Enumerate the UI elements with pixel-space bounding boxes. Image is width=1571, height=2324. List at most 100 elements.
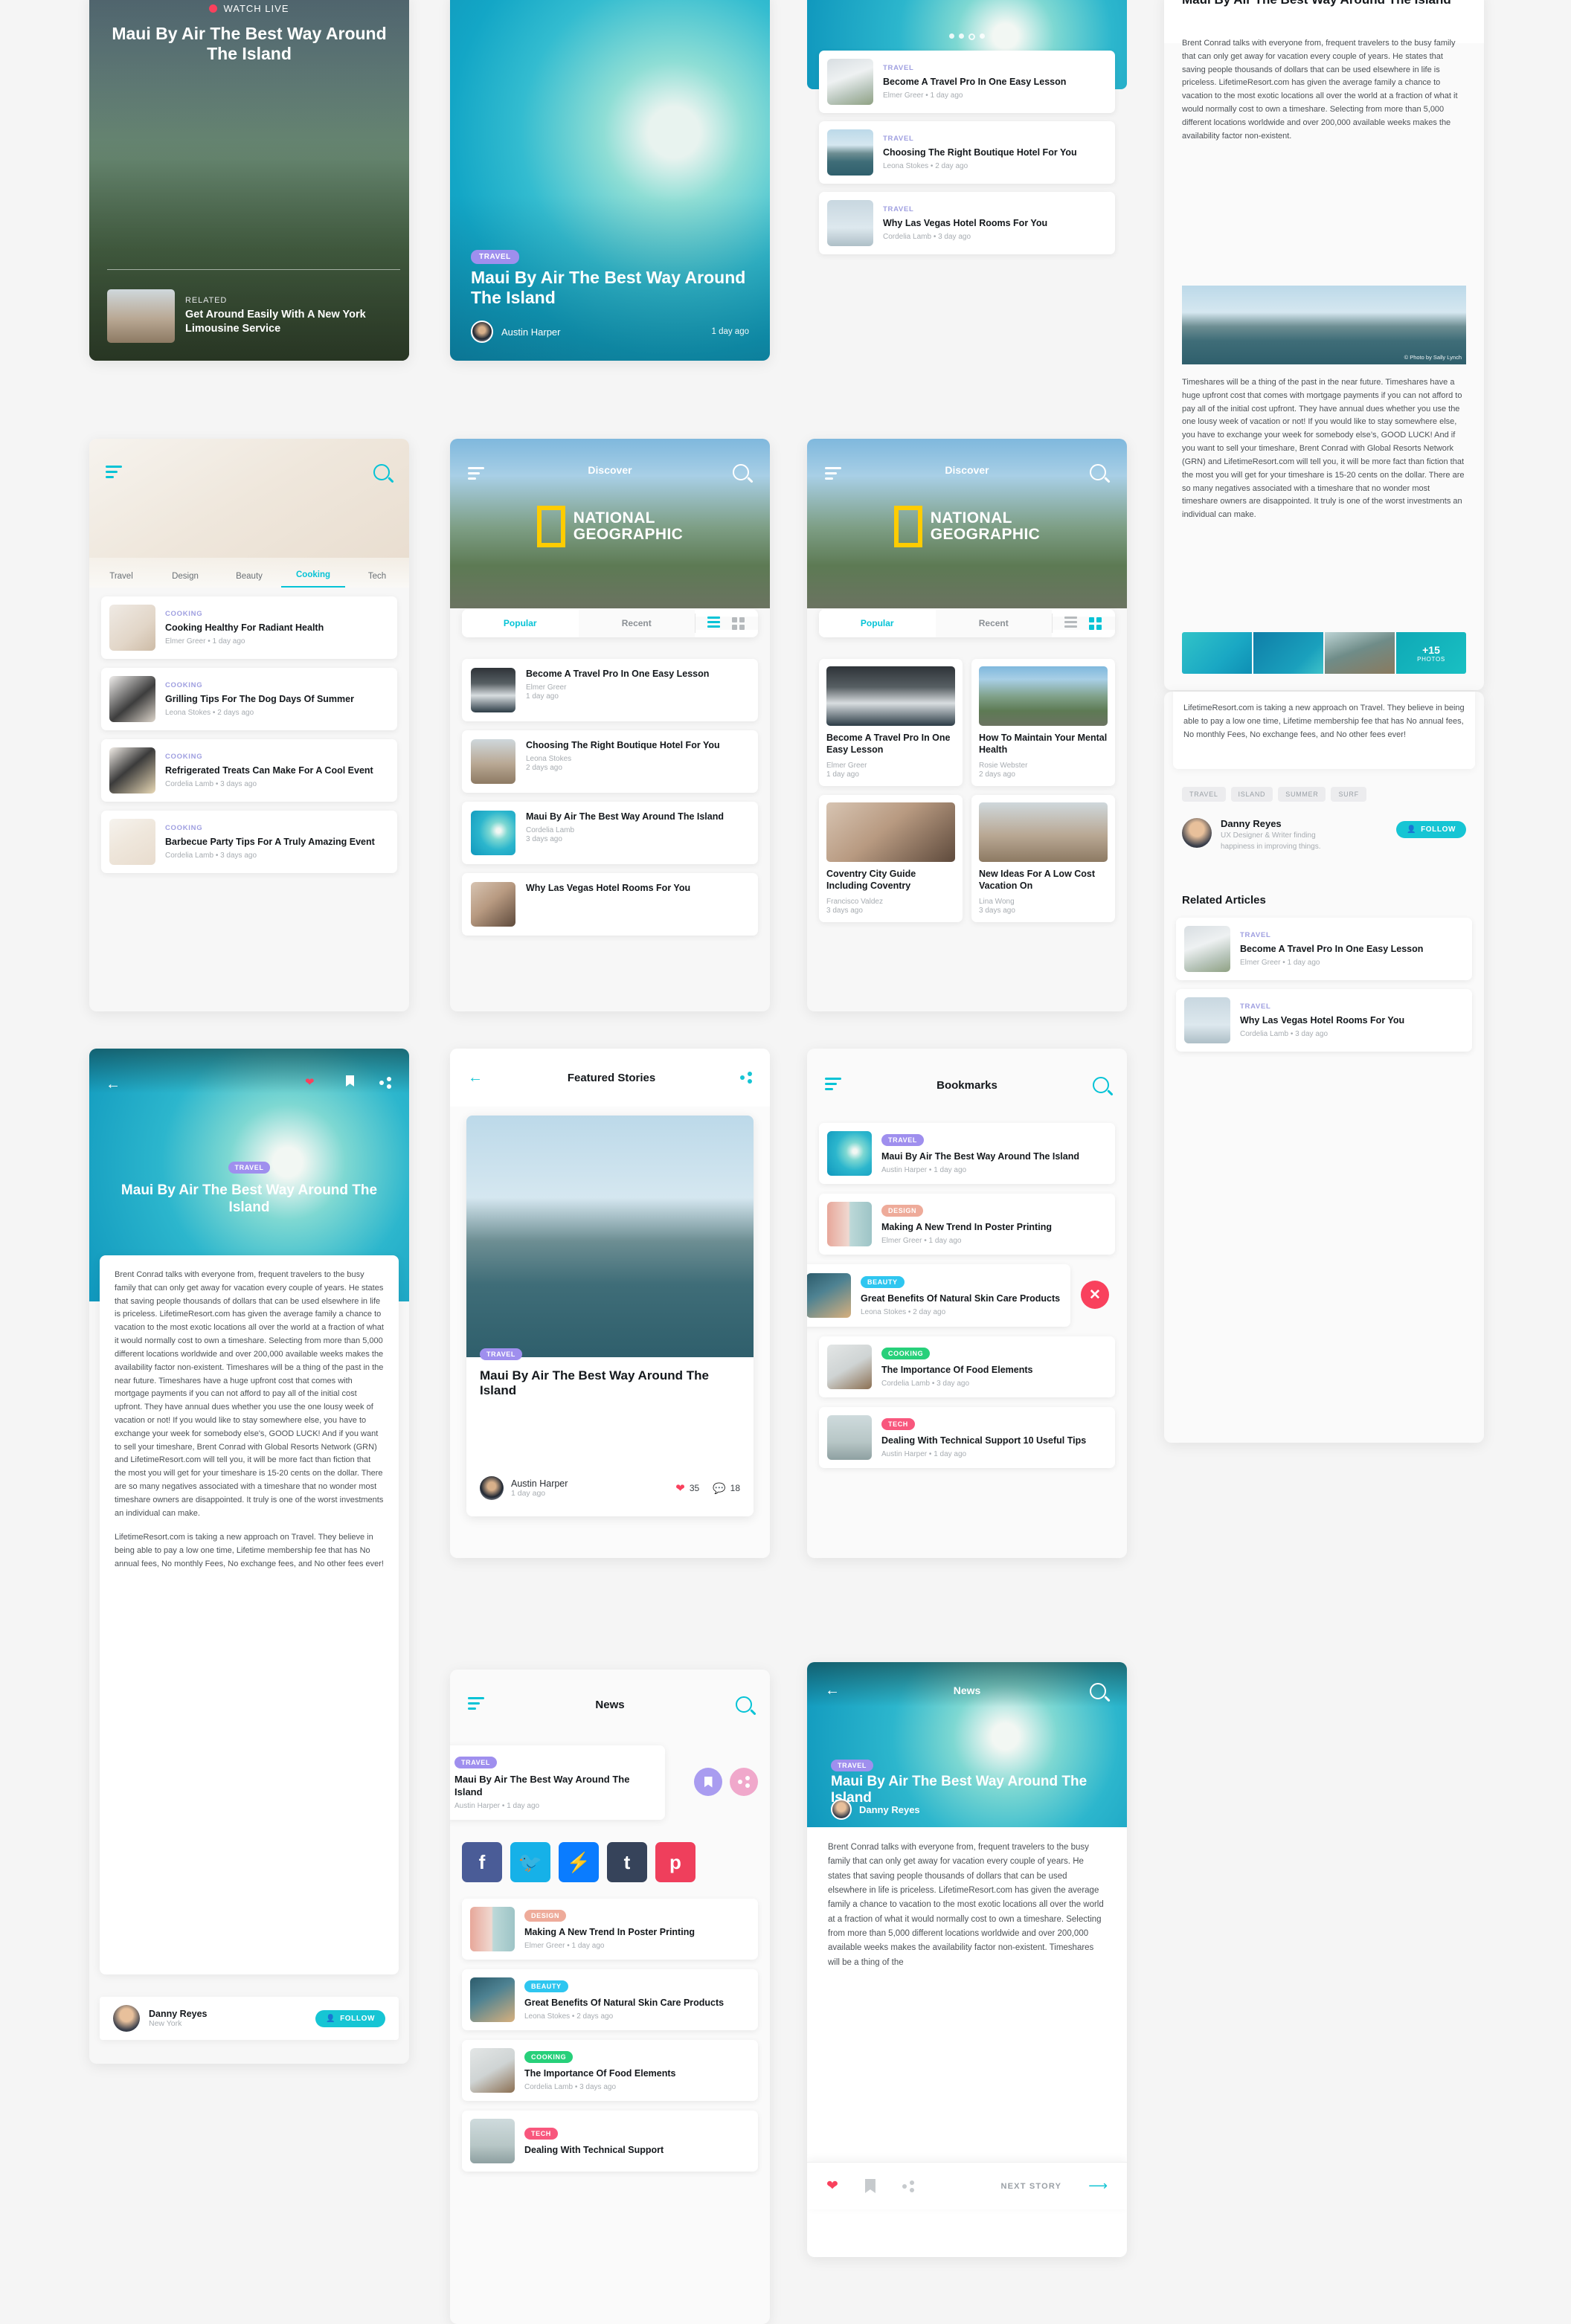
follow-button[interactable]: 👤 FOLLOW [1396,821,1466,838]
tab-recent[interactable]: Recent [578,609,695,637]
next-story-label[interactable]: NEXT STORY [1001,2182,1062,2191]
pinterest-icon[interactable]: p [655,1842,695,1882]
list-item[interactable]: Why Las Vegas Hotel Rooms For You [462,873,758,936]
grid-item[interactable]: How To Maintain Your Mental Health Rosie… [971,659,1115,786]
category-tag[interactable]: TRAVEL [831,1760,873,1771]
tag-chip[interactable]: SUMMER [1278,787,1326,802]
share-action-button[interactable] [730,1768,758,1796]
list-item[interactable]: COOKING Refrigerated Treats Can Make For… [101,739,397,802]
gallery-photo[interactable] [1253,632,1323,674]
category-tag[interactable]: TRAVEL [228,1162,271,1174]
hamburger-icon[interactable] [468,1696,484,1713]
list-item[interactable]: TRAVEL Become A Travel Pro In One Easy L… [1176,918,1472,980]
tab-travel[interactable]: Travel [89,572,153,588]
list-item[interactable]: TECH Dealing With Technical Support 10 U… [819,1407,1115,1468]
list-item[interactable]: TECH Dealing With Technical Support [462,2111,758,2172]
item-tag[interactable]: TECH [881,1418,915,1430]
bookmark-action-button[interactable] [694,1768,722,1796]
like-icon[interactable]: ❤ [305,1077,315,1088]
item-tag[interactable]: TRAVEL [881,1134,924,1146]
item-tag[interactable]: BEAUTY [524,1980,568,1992]
search-icon[interactable] [1090,1683,1106,1699]
carousel-dot-active[interactable] [968,33,975,40]
gallery-photo[interactable] [1182,632,1252,674]
item-tag[interactable]: BEAUTY [861,1276,905,1288]
delete-bookmark-button[interactable]: ✕ [1081,1281,1109,1309]
arrow-right-icon[interactable]: ⟶ [1088,2178,1108,2194]
tab-recent[interactable]: Recent [935,609,1052,637]
item-tag[interactable]: COOKING [881,1348,931,1359]
share-icon[interactable] [379,1077,391,1089]
item-tag[interactable]: DESIGN [881,1205,924,1217]
tumblr-icon[interactable]: t [607,1842,647,1882]
item-tag[interactable]: DESIGN [524,1910,567,1922]
tab-cooking[interactable]: Cooking [281,570,345,588]
gallery-photo[interactable] [1325,632,1395,674]
messenger-icon[interactable]: ⚡ [559,1842,599,1882]
carousel-dot[interactable] [949,33,954,39]
search-icon[interactable] [736,1696,752,1713]
tag-chip[interactable]: SURF [1331,787,1366,802]
photo-gallery[interactable]: +15 PHOTOS [1182,632,1466,674]
tag-chip[interactable]: ISLAND [1230,787,1273,802]
search-icon[interactable] [1093,1077,1109,1093]
list-view-icon[interactable] [707,617,720,630]
item-tag[interactable]: TECH [524,2128,558,2140]
category-tag[interactable]: TRAVEL [454,1757,497,1768]
category-tag[interactable]: TRAVEL [480,1348,522,1360]
grid-view-icon[interactable] [732,617,745,630]
list-item[interactable]: BEAUTY Great Benefits Of Natural Skin Ca… [807,1264,1070,1327]
list-item[interactable]: DESIGN Making A New Trend In Poster Prin… [819,1194,1115,1255]
story-swipe-row[interactable]: TRAVEL Maui By Air The Best Way Around T… [450,1742,758,1833]
carousel-dot[interactable] [980,33,985,39]
item-tag[interactable]: COOKING [524,2051,574,2063]
list-item[interactable]: TRAVEL Maui By Air The Best Way Around T… [819,1123,1115,1184]
featured-card[interactable]: TRAVEL Maui By Air The Best Way Around T… [466,1116,754,1516]
tab-beauty[interactable]: Beauty [217,572,281,588]
tag-chip[interactable]: TRAVEL [1182,787,1226,802]
list-item[interactable]: COOKING The Importance Of Food Elements … [819,1336,1115,1397]
related-article-item[interactable]: RELATED Get Around Easily With A New Yor… [107,289,394,343]
share-icon[interactable] [902,2180,914,2192]
list-item[interactable]: TRAVEL Why Las Vegas Hotel Rooms For You… [819,192,1115,254]
list-item[interactable]: COOKING Barbecue Party Tips For A Truly … [101,811,397,873]
list-item[interactable]: COOKING Grilling Tips For The Dog Days O… [101,668,397,730]
list-item[interactable]: TRAVEL Why Las Vegas Hotel Rooms For You… [1176,989,1472,1052]
list-item[interactable]: TRAVEL Become A Travel Pro In One Easy L… [819,51,1115,113]
list-item-swiped[interactable]: ✕ BEAUTY Great Benefits Of Natural Skin … [807,1264,1115,1327]
segmented-control[interactable]: Popular Recent [462,609,758,637]
grid-item[interactable]: New Ideas For A Low Cost Vacation On Lin… [971,795,1115,922]
facebook-icon[interactable]: f [462,1842,502,1882]
back-arrow-icon[interactable]: ← [106,1077,121,1092]
list-item[interactable]: Choosing The Right Boutique Hotel For Yo… [462,730,758,793]
twitter-icon[interactable]: 🐦 [510,1842,550,1882]
back-arrow-icon[interactable]: ← [468,1070,483,1085]
segmented-control[interactable]: Popular Recent [819,609,1115,637]
search-icon[interactable] [373,464,390,480]
list-item[interactable]: Become A Travel Pro In One Easy Lesson E… [462,659,758,721]
list-item[interactable]: COOKING Cooking Healthy For Radiant Heal… [101,596,397,659]
hamburger-icon[interactable] [825,1077,841,1093]
comment-count-group[interactable]: 💬 18 [713,1482,740,1495]
category-tag[interactable]: TRAVEL [471,250,519,264]
like-icon[interactable]: ❤ [826,2179,838,2193]
tab-popular[interactable]: Popular [819,609,936,637]
list-item[interactable]: COOKING The Importance Of Food Elements … [462,2040,758,2101]
list-item[interactable]: Maui By Air The Best Way Around The Isla… [462,802,758,864]
list-item[interactable]: TRAVEL Choosing The Right Boutique Hotel… [819,121,1115,184]
list-item[interactable]: BEAUTY Great Benefits Of Natural Skin Ca… [462,1969,758,2030]
tab-tech[interactable]: Tech [345,572,409,588]
bookmark-icon[interactable] [864,2179,876,2193]
search-icon[interactable] [733,464,749,480]
grid-item[interactable]: Coventry City Guide Including Coventry F… [819,795,963,922]
carousel-dots[interactable] [807,33,1127,40]
gallery-more-button[interactable]: +15 PHOTOS [1396,632,1466,674]
share-sheet[interactable]: f 🐦 ⚡ t p [462,1842,770,1882]
like-count-group[interactable]: ❤ 35 [675,1483,699,1494]
share-icon[interactable] [740,1072,752,1084]
search-icon[interactable] [1090,464,1106,480]
category-tabs[interactable]: Travel Design Beauty Cooking Tech [89,558,409,588]
grid-view-icon[interactable] [1089,617,1102,630]
story-card[interactable]: TRAVEL Maui By Air The Best Way Around T… [450,1745,665,1821]
follow-button[interactable]: 👤 FOLLOW [315,2009,385,2027]
